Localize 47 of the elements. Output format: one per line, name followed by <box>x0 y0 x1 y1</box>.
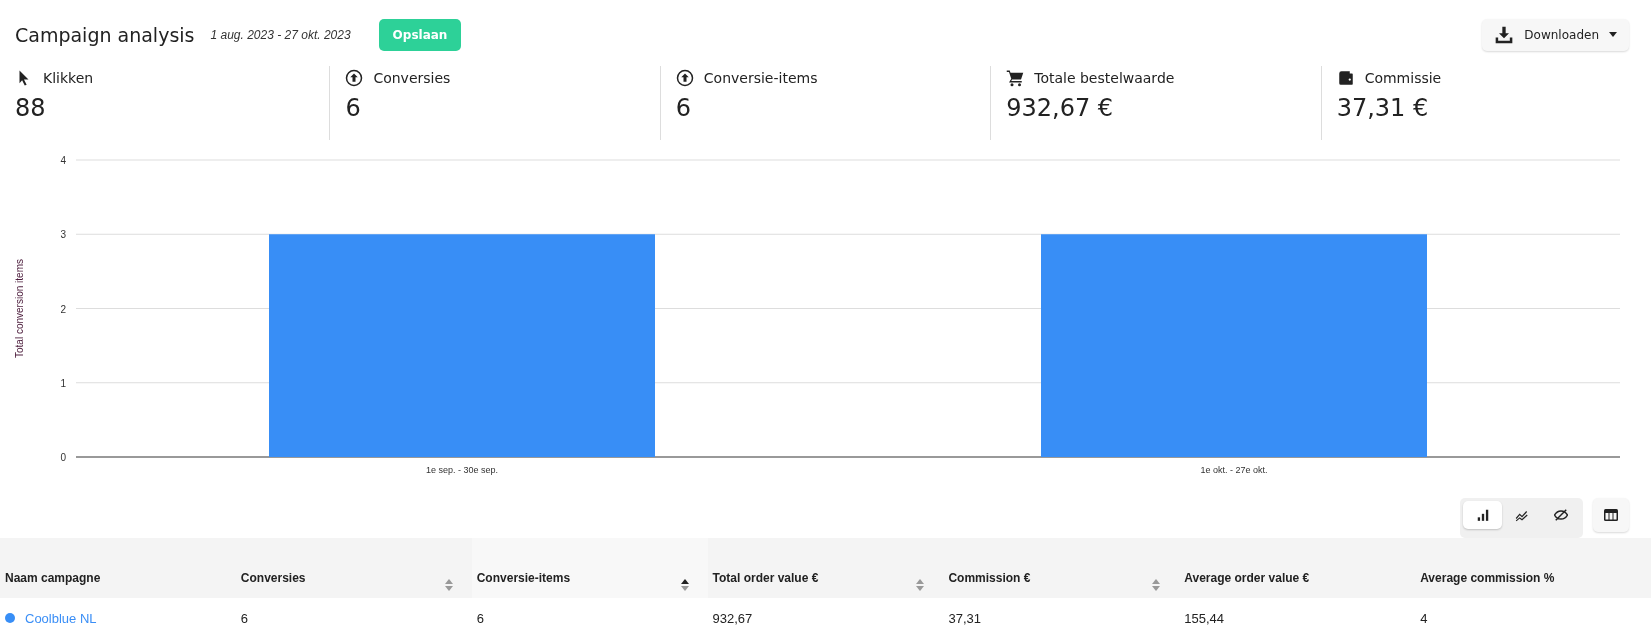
table-cell-text: 6 <box>475 610 485 626</box>
column-header[interactable]: Conversies <box>235 538 472 598</box>
y-tick-label: 3 <box>60 229 66 241</box>
up-arrow-circle-icon <box>345 68 364 87</box>
stat-value: 6 <box>345 93 362 122</box>
download-button[interactable]: Downloaden <box>1482 18 1629 51</box>
y-tick-label: 0 <box>60 452 66 464</box>
y-tick-label: 1 <box>60 378 66 389</box>
bar-chart-icon <box>1475 508 1490 523</box>
stat-value: 6 <box>675 93 693 122</box>
x-tick-label: 1e okt. - 27e okt. <box>1200 465 1268 476</box>
y-tick-label: 2 <box>60 303 66 315</box>
line-chart-icon <box>1514 508 1529 523</box>
table-cell-text: 932,67 <box>711 610 754 626</box>
column-header[interactable]: Average order value € <box>1179 538 1416 598</box>
stat-value: 88 <box>15 93 47 122</box>
download-icon <box>1494 24 1515 45</box>
stat-label: Totale bestelwaarde <box>1034 69 1175 86</box>
y-tick-label: 4 <box>60 155 66 167</box>
columns-button[interactable] <box>1593 498 1629 533</box>
x-tick-label: 1e sep. - 30e sep. <box>425 465 499 476</box>
column-header[interactable]: Total order value € <box>707 538 944 598</box>
column-header[interactable]: Conversie-items <box>471 538 708 598</box>
stat-value: 37,31 € <box>1336 93 1430 122</box>
table-cell-text: 6 <box>239 610 250 626</box>
y-axis-title: Total conversion items <box>14 259 25 359</box>
sort-icon[interactable] <box>679 578 690 592</box>
columns-icon <box>1604 509 1618 522</box>
stat-label: Conversie-items <box>703 69 818 86</box>
cart-icon <box>1006 68 1025 87</box>
wallet-icon <box>1336 68 1355 87</box>
stat-label: Klikken <box>43 69 94 86</box>
stat-label: Conversies <box>373 69 451 86</box>
up-arrow-circle-icon <box>675 68 694 87</box>
table-cell-text: 37,31 <box>947 610 982 626</box>
stat-label: Commissie <box>1364 69 1442 86</box>
column-header[interactable]: Average commission % <box>1415 538 1651 598</box>
chart-mode-button[interactable] <box>1463 501 1502 530</box>
page-title: Campaign analysis <box>15 23 195 46</box>
stat-value: 932,67 € <box>1006 93 1115 122</box>
table-cell-text: 155,44 <box>1183 610 1226 626</box>
table-cell-text: 4 <box>1419 610 1429 626</box>
caret-icon <box>1609 32 1617 38</box>
date-range: 1 aug. 2023 - 27 okt. 2023 <box>210 27 351 42</box>
column-header[interactable]: Naam campagne <box>0 538 236 598</box>
column-header[interactable]: Commission € <box>943 538 1180 598</box>
eye-off-icon <box>1553 508 1568 523</box>
